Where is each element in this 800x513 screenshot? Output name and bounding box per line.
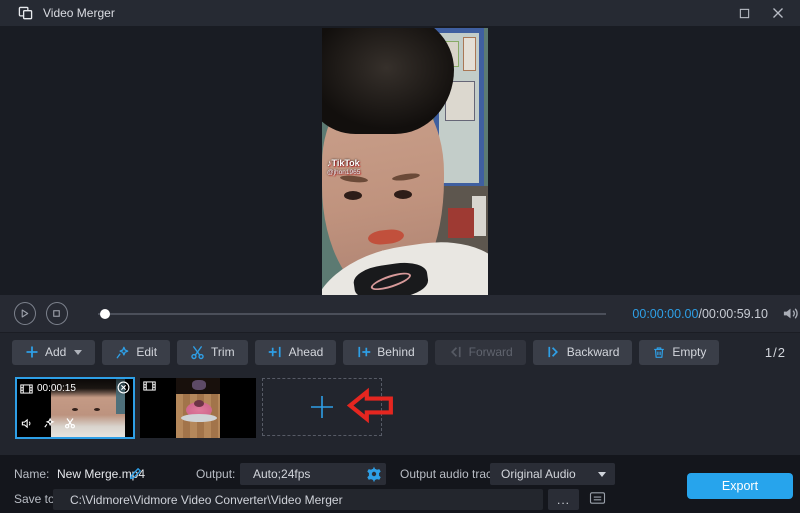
add-dropdown-caret [74, 350, 82, 355]
add-button[interactable]: Add [12, 340, 95, 365]
clip-thumbnail-2[interactable] [140, 378, 256, 438]
window-controls [732, 3, 790, 23]
magic-wand-icon [115, 345, 130, 360]
app-logo-icon [18, 6, 33, 21]
browse-button[interactable]: ... [548, 489, 579, 510]
plus-icon [25, 345, 39, 359]
plus-icon [308, 393, 336, 421]
move-forward-icon [448, 345, 463, 359]
audio-track-label: Output audio track: [400, 467, 501, 481]
close-icon[interactable] [766, 3, 790, 23]
maximize-icon[interactable] [732, 3, 756, 23]
audio-track-dropdown[interactable]: Original Audio [490, 463, 615, 485]
dropdown-caret-icon [598, 472, 606, 477]
film-icon [20, 384, 33, 394]
trash-icon [652, 345, 666, 360]
move-backward-icon [546, 345, 561, 359]
output-format-field[interactable]: Auto;24fps [240, 463, 386, 485]
clip1-remove-icon[interactable] [117, 381, 130, 394]
insert-ahead-icon [268, 345, 283, 359]
behind-button[interactable]: Behind [343, 340, 427, 365]
title-bar: Video Merger [0, 0, 800, 26]
time-display: 00:00:00.00/00:00:59.10 [632, 307, 768, 321]
insert-behind-icon [356, 345, 371, 359]
clip1-audio-icon[interactable] [21, 416, 34, 434]
empty-button[interactable]: Empty [639, 340, 719, 365]
ahead-button[interactable]: Ahead [255, 340, 337, 365]
clip1-trim-icon[interactable] [64, 416, 76, 434]
clip1-edit-icon[interactable] [43, 416, 55, 434]
save-path-field[interactable]: C:\Vidmore\Vidmore Video Converter\Video… [53, 489, 543, 510]
total-time: /00:00:59.10 [698, 307, 768, 321]
rename-pencil-icon[interactable] [128, 467, 142, 481]
film-icon [143, 381, 156, 391]
edit-button[interactable]: Edit [102, 340, 170, 365]
scissors-icon [190, 345, 205, 360]
preview-area: ♪TikTok @jhon1965 [0, 26, 800, 295]
seek-thumb[interactable] [100, 309, 110, 319]
output-label: Output: [196, 467, 235, 481]
trim-button[interactable]: Trim [177, 340, 248, 365]
current-time: 00:00:00.00 [632, 307, 698, 321]
clip-strip: 00:00:15 [0, 370, 800, 455]
play-button[interactable] [14, 302, 36, 325]
page-indicator: 1/2 [765, 345, 786, 360]
clip-thumbnail-1[interactable]: 00:00:15 [15, 377, 135, 439]
annotation-arrow-icon [347, 387, 394, 424]
name-label: Name: [14, 467, 49, 481]
window-title: Video Merger [43, 6, 115, 20]
video-merger-window: Video Merger [0, 0, 800, 513]
clip-toolbar: Add Edit Trim Ahead Behind Forward Backw… [0, 334, 800, 370]
seek-track[interactable] [98, 313, 607, 315]
forward-button: Forward [435, 340, 526, 365]
output-panel: Name: New Merge.mp4 Output: Auto;24fps O… [0, 455, 800, 513]
open-folder-icon[interactable] [589, 491, 606, 505]
seek-slider[interactable] [98, 307, 607, 321]
save-to-label: Save to: [14, 492, 58, 506]
playback-bar: 00:00:00.00/00:00:59.10 [0, 295, 800, 333]
volume-icon[interactable] [782, 306, 800, 321]
video-preview: ♪TikTok @jhon1965 [322, 28, 488, 295]
backward-button[interactable]: Backward [533, 340, 633, 365]
output-settings-gear-icon[interactable] [365, 465, 383, 483]
tiktok-watermark: ♪TikTok @jhon1965 [327, 158, 360, 177]
export-button[interactable]: Export [687, 473, 793, 499]
clip1-duration: 00:00:15 [37, 383, 76, 394]
stop-button[interactable] [46, 302, 68, 325]
